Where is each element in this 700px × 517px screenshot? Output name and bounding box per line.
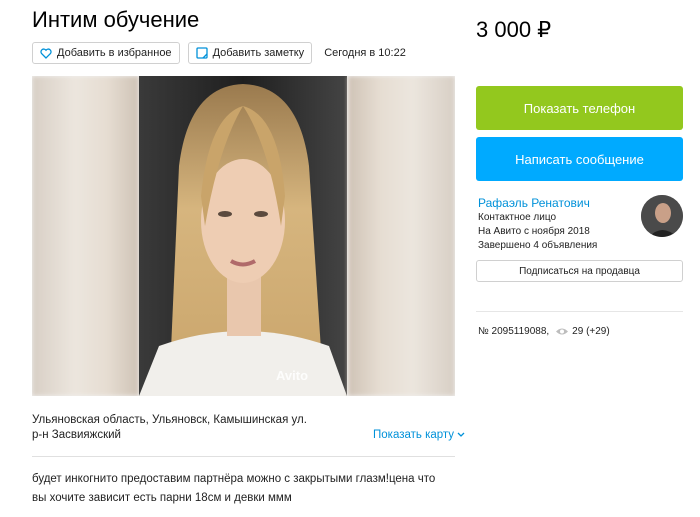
- chevron-down-icon: [457, 432, 465, 437]
- note-icon: [195, 47, 208, 59]
- seller-role: Контактное лицо: [478, 212, 557, 223]
- page-title: Интим обучение: [32, 7, 200, 32]
- address: Ульяновская область, Ульяновск, Камышинс…: [32, 414, 307, 426]
- photo-blur-right: [348, 76, 455, 396]
- seller-name-link[interactable]: Рафаэль Ренатович: [478, 196, 590, 210]
- subscribe-button[interactable]: Подписаться на продавца: [476, 260, 683, 282]
- photo-watermark: Avito: [276, 368, 308, 383]
- publish-date: Сегодня в 10:22: [324, 47, 406, 59]
- subscribe-label: Подписаться на продавца: [519, 265, 640, 277]
- description: будет инкогнито предоставим партнёра мож…: [32, 473, 436, 504]
- write-message-label: Написать сообщение: [515, 151, 644, 167]
- show-map-link[interactable]: Показать карту: [373, 429, 465, 441]
- divider: [32, 456, 455, 457]
- write-message-button[interactable]: Написать сообщение: [476, 137, 683, 181]
- photo-blur-left: [32, 76, 139, 396]
- listing-number: № 2095119088,: [478, 326, 550, 337]
- seller-since: На Авито с ноября 2018: [478, 226, 590, 237]
- seller-avatar[interactable]: [641, 195, 683, 237]
- sidebar-divider: [476, 311, 683, 312]
- price: 3 000 ₽: [476, 17, 552, 42]
- show-phone-button[interactable]: Показать телефон: [476, 86, 683, 130]
- add-note-button[interactable]: Добавить заметку: [187, 42, 313, 64]
- view-count: 29 (+29): [572, 326, 610, 337]
- photo-gallery[interactable]: Avito: [32, 76, 455, 396]
- photo-watermark-text: Avito: [276, 368, 309, 383]
- listing-actions: Добавить в избранное Добавить заметку Се…: [32, 42, 406, 64]
- listing-photo[interactable]: [139, 76, 347, 396]
- eye-icon: [556, 328, 569, 335]
- add-note-label: Добавить заметку: [212, 47, 305, 59]
- show-phone-label: Показать телефон: [523, 100, 636, 116]
- show-map-label: Показать карту: [373, 429, 455, 441]
- heart-icon: [40, 47, 52, 59]
- seller-completed: Завершено 4 объявления: [478, 240, 598, 251]
- district: р-н Засвияжский: [32, 429, 121, 441]
- listing-stats: № 2095119088, 29 (+29): [478, 326, 610, 337]
- add-favorite-label: Добавить в избранное: [57, 47, 172, 59]
- add-favorite-button[interactable]: Добавить в избранное: [32, 42, 180, 64]
